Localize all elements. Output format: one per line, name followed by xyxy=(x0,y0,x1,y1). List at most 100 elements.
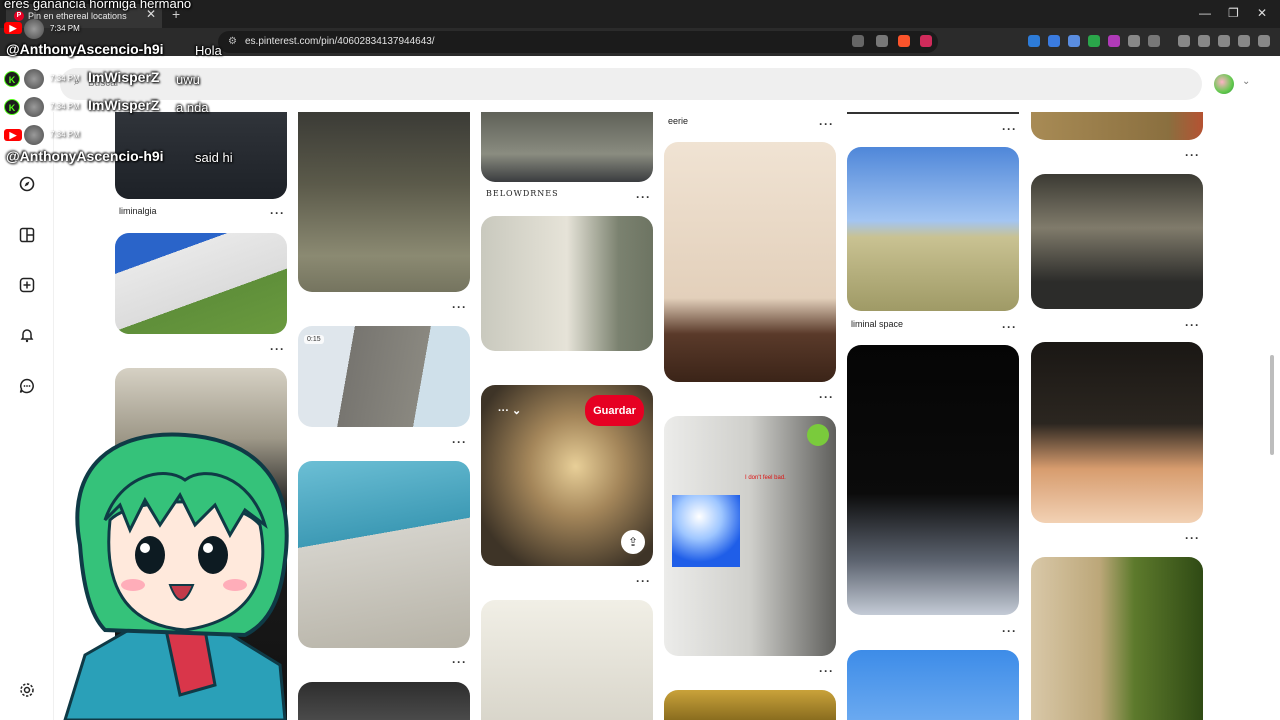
pin-image[interactable] xyxy=(1031,174,1203,309)
pin-image[interactable] xyxy=(664,142,836,382)
chat-username: ImWisperZ xyxy=(88,97,160,113)
chat-username: @AnthonyAscencio-h9i xyxy=(6,148,164,164)
sky-door-image xyxy=(672,495,740,567)
cast-icon[interactable] xyxy=(852,35,864,47)
pin-more-icon[interactable]: ··· xyxy=(636,190,651,204)
chat-avatar xyxy=(24,19,44,39)
pin-caption[interactable]: eerie xyxy=(668,116,688,126)
pin-caption[interactable]: liminal space xyxy=(851,319,903,329)
chat-avatar xyxy=(24,97,44,117)
boards-icon[interactable] xyxy=(18,226,36,244)
chat-message: a nda xyxy=(176,100,209,115)
extension-icon[interactable] xyxy=(1088,35,1100,47)
pin-image[interactable] xyxy=(1031,112,1203,140)
pin-more-icon[interactable]: ··· xyxy=(1185,531,1200,545)
chat-username: ImWisperZ xyxy=(88,69,160,85)
brave-shield-icon[interactable] xyxy=(898,35,910,47)
pin-caption[interactable]: BELOWDRNES xyxy=(486,189,559,198)
pin-image[interactable] xyxy=(298,682,470,720)
extension-icon[interactable] xyxy=(1048,35,1060,47)
vpn-icon[interactable] xyxy=(1238,35,1250,47)
sidebar-toggle-icon[interactable] xyxy=(1178,35,1190,47)
share-icon[interactable]: ⇪ xyxy=(621,530,645,554)
messages-icon[interactable] xyxy=(18,377,36,395)
overlay-title: eres ganancia hormiga hermano xyxy=(4,0,192,11)
pin-image[interactable] xyxy=(1031,557,1203,720)
pin-sticker-text: I don't feel bad. xyxy=(745,475,786,481)
pin-more-icon[interactable]: ··· xyxy=(1002,320,1017,334)
pin-more-icon[interactable]: ··· xyxy=(819,664,834,678)
extension-icon[interactable] xyxy=(1148,35,1160,47)
pin-more-icon[interactable]: ··· xyxy=(452,655,467,669)
video-duration: 0:15 xyxy=(304,335,324,344)
extension-icon[interactable] xyxy=(1108,35,1120,47)
vtuber-avatar xyxy=(63,432,289,720)
pin-video[interactable] xyxy=(298,326,470,427)
scrollbar-thumb[interactable] xyxy=(1270,355,1274,455)
pin-image[interactable] xyxy=(115,233,287,334)
pin-image[interactable] xyxy=(847,650,1019,720)
pin-image[interactable] xyxy=(481,216,653,351)
save-button[interactable]: Guardar xyxy=(585,395,644,426)
brave-rewards-icon[interactable] xyxy=(920,35,932,47)
extension-icon[interactable] xyxy=(1028,35,1040,47)
maximize-button[interactable]: ❐ xyxy=(1228,6,1239,20)
minimize-button[interactable]: — xyxy=(1199,6,1211,20)
pin-more-icon[interactable]: ··· xyxy=(1002,122,1017,136)
create-icon[interactable] xyxy=(18,276,36,294)
pin-more-icon[interactable]: ··· xyxy=(1185,148,1200,162)
tab-title: Pin en ethereal locations xyxy=(28,11,127,21)
youtube-icon: ▶ xyxy=(4,129,22,141)
leo-icon[interactable] xyxy=(1218,35,1230,47)
pin-options-menu[interactable]: ··· ⌄ xyxy=(498,404,521,417)
pin-more-icon[interactable]: ··· xyxy=(270,206,285,220)
chat-message: uwu xyxy=(176,72,200,87)
wallet-icon[interactable] xyxy=(1198,35,1210,47)
extension-icon[interactable] xyxy=(1068,35,1080,47)
pinterest-favicon-icon: P xyxy=(14,11,24,21)
pin-image[interactable] xyxy=(847,112,1019,114)
pin-image[interactable] xyxy=(847,345,1019,615)
pin-more-icon[interactable]: ··· xyxy=(636,574,651,588)
pin-image[interactable] xyxy=(481,600,653,720)
chat-avatar xyxy=(24,69,44,89)
site-info-icon[interactable]: ⚙ xyxy=(228,36,237,47)
pin-more-icon[interactable]: ··· xyxy=(819,390,834,404)
share-page-icon[interactable] xyxy=(876,35,888,47)
profile-avatar[interactable] xyxy=(1214,74,1234,94)
settings-gear-icon[interactable] xyxy=(18,681,36,699)
search-input[interactable] xyxy=(60,68,1202,100)
kick-icon: K xyxy=(4,99,20,115)
chat-time: 7:34 PM xyxy=(50,74,80,83)
browser-tab-bar: P Pin en ethereal locations ✕ + — ❐ ✕ xyxy=(0,0,1280,28)
pin-image[interactable] xyxy=(298,112,470,292)
chevron-down-icon[interactable]: ⌄ xyxy=(1242,76,1250,87)
pin-image[interactable] xyxy=(481,112,653,182)
pin-more-icon[interactable]: ··· xyxy=(1002,624,1017,638)
pin-image[interactable] xyxy=(847,147,1019,311)
puzzle-icon[interactable] xyxy=(1128,35,1140,47)
close-window-button[interactable]: ✕ xyxy=(1257,6,1267,20)
url-text[interactable]: es.pinterest.com/pin/40602834137944643/ xyxy=(245,36,435,47)
pin-more-icon[interactable]: ··· xyxy=(1185,318,1200,332)
pin-caption[interactable]: liminalgia xyxy=(119,206,157,216)
pin-image[interactable] xyxy=(298,461,470,648)
chat-time: 7:34 PM xyxy=(50,130,80,139)
menu-icon[interactable] xyxy=(1258,35,1270,47)
pin-more-icon[interactable]: ··· xyxy=(819,117,834,131)
pin-more-icon[interactable]: ··· xyxy=(452,435,467,449)
chat-message: said hi xyxy=(195,150,233,165)
chat-username: @AnthonyAscencio-h9i xyxy=(6,41,164,57)
pin-image[interactable] xyxy=(664,690,836,720)
sad-face-icon xyxy=(807,424,829,446)
kick-icon: K xyxy=(4,71,20,87)
chat-message: Hola xyxy=(195,43,222,58)
pin-more-icon[interactable]: ··· xyxy=(270,342,285,356)
chat-avatar xyxy=(24,125,44,145)
explore-icon[interactable] xyxy=(18,175,36,193)
chat-time: 7:34 PM xyxy=(50,102,80,111)
pin-image[interactable] xyxy=(1031,342,1203,523)
pin-more-icon[interactable]: ··· xyxy=(452,300,467,314)
chat-time: 7:34 PM xyxy=(50,24,80,33)
notifications-bell-icon[interactable] xyxy=(18,326,36,344)
